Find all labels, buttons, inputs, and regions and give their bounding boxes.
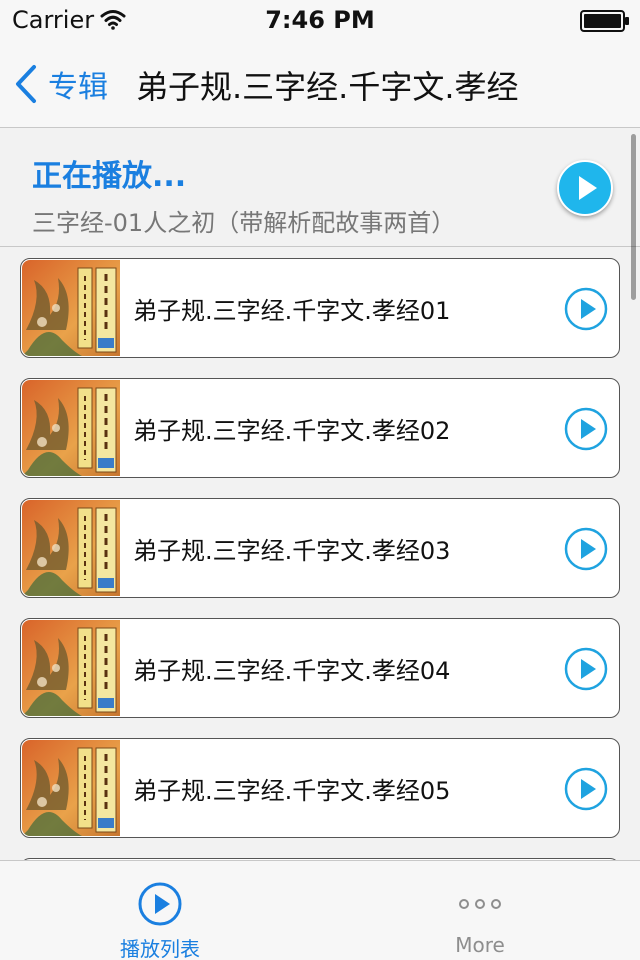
track-title: 弟子规.三字经.千字文.孝经05 xyxy=(133,777,451,805)
play-icon[interactable] xyxy=(563,406,609,452)
album-cover xyxy=(22,380,120,476)
back-label: 专辑 xyxy=(48,70,108,105)
page-title: 弟子规.三字经.千字文.孝经 xyxy=(136,68,519,106)
track-list[interactable]: 弟子规.三字经.千字文.孝经01 弟子规.三字经.千字文.孝经02 弟子规.三字经.… xyxy=(0,248,640,860)
play-circle-icon xyxy=(138,882,182,926)
back-button[interactable]: 专辑 xyxy=(14,60,108,108)
battery-icon xyxy=(580,10,629,32)
status-time: 7:46 PM xyxy=(265,6,375,34)
track-title: 弟子规.三字经.千字文.孝经02 xyxy=(133,417,451,445)
track-row[interactable]: 弟子规.三字经.千字文.孝经03 xyxy=(20,498,620,598)
scroll-indicator[interactable] xyxy=(631,134,636,300)
track-title: 弟子规.三字经.千字文.孝经03 xyxy=(133,537,451,565)
now-playing-track: 三字经-01人之初（带解析配故事两首） xyxy=(32,209,456,237)
track-row[interactable]: 弟子规.三字经.千字文.孝经01 xyxy=(20,258,620,358)
tab-playlist[interactable]: 播放列表 xyxy=(0,861,320,960)
track-row[interactable]: 弟子规.三字经.千字文.孝经04 xyxy=(20,618,620,718)
tab-label: 播放列表 xyxy=(120,937,200,960)
track-row[interactable]: 弟子规.三字经.千字文.孝经05 xyxy=(20,738,620,838)
now-playing-section[interactable]: 正在播放... 三字经-01人之初（带解析配故事两首） xyxy=(0,129,640,247)
album-cover xyxy=(22,740,120,836)
album-cover-art xyxy=(22,380,120,476)
album-cover xyxy=(22,260,120,356)
album-cover-art xyxy=(22,740,120,836)
play-icon[interactable] xyxy=(563,526,609,572)
tab-more[interactable]: More xyxy=(320,861,640,960)
now-playing-play-button[interactable] xyxy=(557,160,613,216)
play-icon[interactable] xyxy=(563,286,609,332)
tab-label: More xyxy=(455,933,505,957)
now-playing-heading: 正在播放... xyxy=(32,159,187,194)
album-cover-art xyxy=(22,620,120,716)
status-bar: Carrier 7:46 PM xyxy=(0,0,640,40)
track-title: 弟子规.三字经.千字文.孝经01 xyxy=(133,297,451,325)
play-icon[interactable] xyxy=(563,646,609,692)
chevron-left-icon xyxy=(16,65,36,103)
play-icon xyxy=(579,176,597,200)
album-cover-art xyxy=(22,260,120,356)
navigation-bar: 专辑 弟子规.三字经.千字文.孝经 xyxy=(0,40,640,128)
track-row[interactable]: 弟子规.三字经.千字文.孝经02 xyxy=(20,378,620,478)
track-title: 弟子规.三字经.千字文.孝经04 xyxy=(133,657,451,685)
album-cover xyxy=(22,500,120,596)
tab-bar: 播放列表 More xyxy=(0,860,640,960)
more-dots-icon xyxy=(459,899,501,909)
album-cover-art xyxy=(22,500,120,596)
play-icon[interactable] xyxy=(563,766,609,812)
album-cover xyxy=(22,620,120,716)
